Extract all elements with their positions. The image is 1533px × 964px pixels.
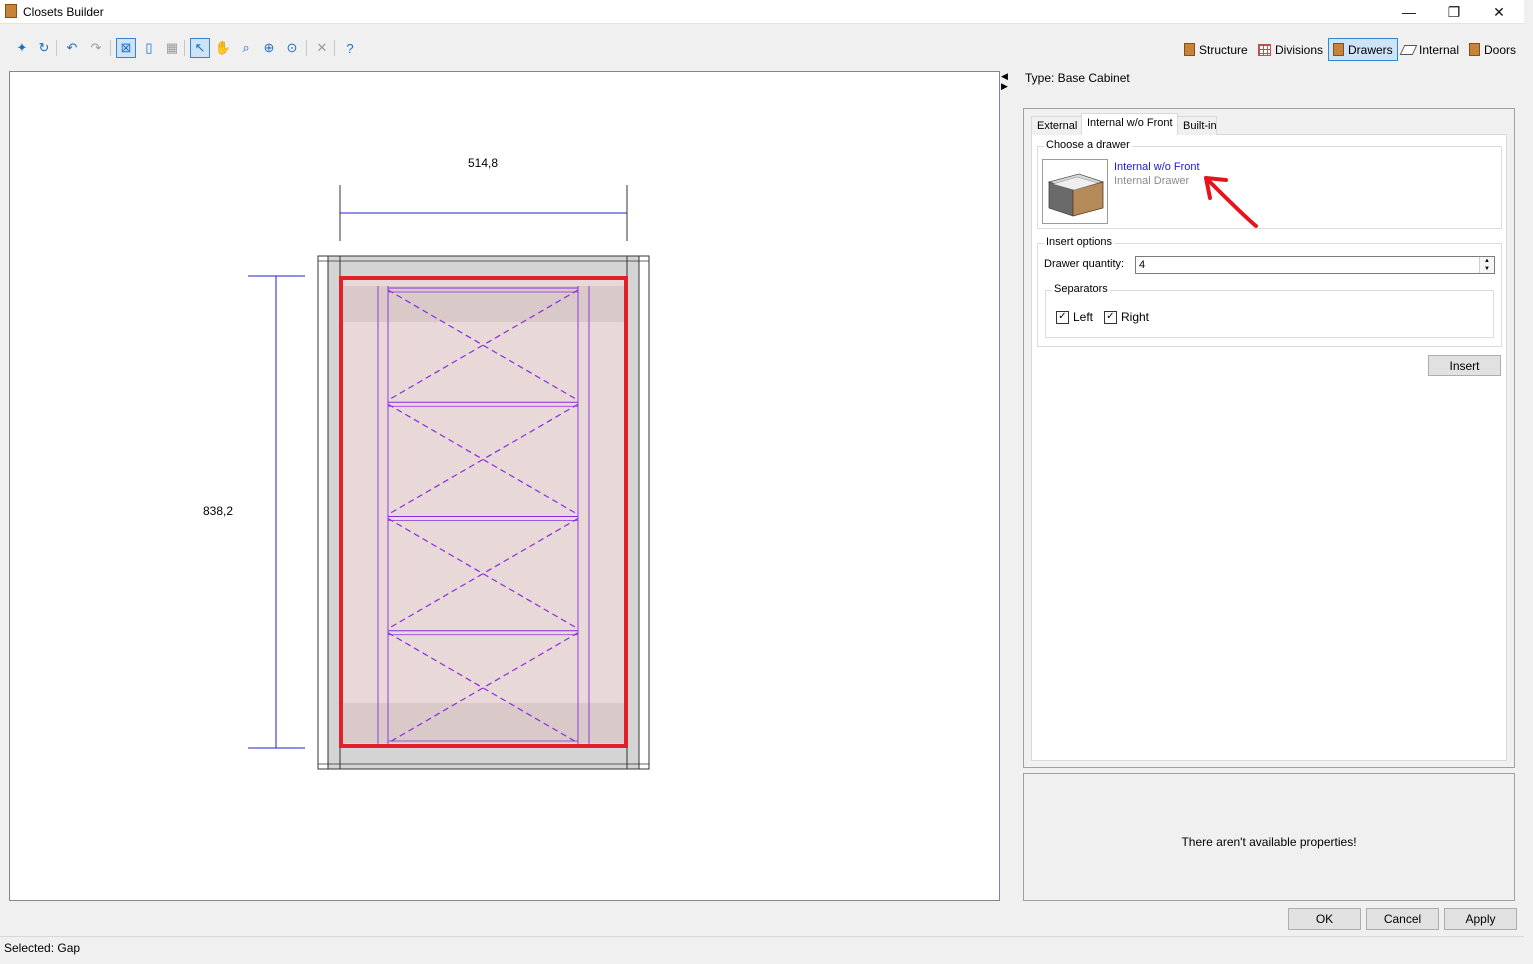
group-title: Insert options	[1044, 236, 1115, 248]
structure-icon	[1184, 43, 1195, 56]
separator-right-label: Right	[1121, 310, 1150, 324]
drawer-thumbnail[interactable]	[1042, 159, 1108, 224]
zoom-extents-icon: ⊙	[286, 40, 298, 55]
app-icon	[5, 4, 17, 18]
status-text: Selected: Gap	[4, 941, 81, 955]
collapse-panel-arrows[interactable]: ◀ ▶	[1001, 71, 1011, 91]
zoom-window-icon: ⌕	[242, 40, 250, 55]
mode-label: Drawers	[1348, 42, 1393, 57]
drawer-thumbnail-icon	[1047, 173, 1105, 217]
select-gap-icon: ⊠	[120, 40, 132, 55]
pointer-button[interactable]: ↖	[190, 38, 210, 58]
undo-icon: ↶	[66, 40, 78, 55]
group-title: Choose a drawer	[1044, 139, 1132, 151]
redo-icon: ↷	[90, 40, 102, 55]
drawer-name-link[interactable]: Internal w/o Front	[1114, 161, 1200, 173]
separator-right-checkbox[interactable]: ✓ Right	[1104, 310, 1149, 324]
tab-external[interactable]: External	[1031, 116, 1082, 135]
mode-drawers-button[interactable]: Drawers	[1328, 38, 1398, 61]
group-title: Separators	[1052, 283, 1110, 295]
minimize-button[interactable]: —	[1386, 0, 1432, 24]
grid-icon: ▦	[165, 40, 179, 55]
close-button[interactable]: ✕	[1476, 0, 1522, 24]
zoom-window-button[interactable]: ⌕	[236, 38, 256, 58]
mode-label: Doors	[1484, 42, 1517, 57]
quantity-input[interactable]	[1135, 256, 1495, 274]
drawers-icon	[1333, 43, 1344, 56]
quantity-spinner[interactable]: ▲ ▼	[1479, 257, 1494, 273]
check-icon: ✓	[1104, 310, 1117, 324]
mode-label: Internal	[1419, 42, 1460, 57]
red-arrow-annotation	[1204, 176, 1258, 228]
help-icon: ?	[346, 40, 354, 56]
pan-button[interactable]: ✋	[213, 38, 233, 58]
apply-button[interactable]: Apply	[1444, 908, 1517, 930]
tab-built-in[interactable]: Built-in	[1177, 116, 1217, 135]
check-icon: ✓	[1056, 310, 1069, 324]
divisions-icon	[1258, 43, 1271, 56]
grid-button[interactable]: ▦	[162, 38, 182, 58]
mode-structure-button[interactable]: Structure	[1180, 38, 1252, 61]
new-icon: ✦	[16, 40, 28, 55]
zoom-in-button[interactable]: ⊕	[259, 38, 279, 58]
separator-left-label: Left	[1073, 310, 1094, 324]
ok-button[interactable]: OK	[1288, 908, 1361, 930]
mode-divisions-button[interactable]: Divisions	[1254, 38, 1327, 61]
page-icon: ▯	[145, 40, 153, 55]
cancel-button[interactable]: Cancel	[1366, 908, 1439, 930]
page-button[interactable]: ▯	[139, 38, 159, 58]
select-gap-button[interactable]: ⊠	[116, 38, 136, 58]
restore-button[interactable]: ❐	[1431, 0, 1477, 24]
zoom-extents-button[interactable]: ⊙	[282, 38, 302, 58]
doors-icon	[1469, 43, 1480, 56]
mode-internal-button[interactable]: Internal	[1398, 38, 1463, 61]
quantity-label: Drawer quantity:	[1044, 258, 1125, 270]
status-bar	[0, 936, 1524, 958]
new-button[interactable]: ✦	[12, 38, 32, 58]
mode-label: Structure	[1199, 42, 1248, 57]
refresh-button[interactable]: ↻	[34, 38, 54, 58]
refresh-icon: ↻	[38, 40, 50, 55]
toolbar-separator	[306, 40, 307, 56]
insert-button[interactable]: Insert	[1428, 355, 1501, 376]
help-button[interactable]: ?	[340, 38, 360, 58]
type-label: Type: Base Cabinet	[1025, 71, 1130, 85]
internal-icon	[1399, 44, 1418, 55]
mode-doors-button[interactable]: Doors	[1465, 38, 1520, 61]
toolbar-separator	[56, 40, 57, 56]
zoom-in-icon: ⊕	[263, 40, 275, 55]
pointer-icon: ↖	[194, 40, 206, 55]
title-bar	[0, 0, 1524, 24]
undo-button[interactable]: ↶	[62, 38, 82, 58]
toolbar-separator	[334, 40, 335, 56]
drawer-subtitle: Internal Drawer	[1114, 175, 1190, 187]
redo-button[interactable]: ↷	[86, 38, 106, 58]
properties-message: There aren't available properties!	[1181, 835, 1357, 849]
toolbar-separator	[184, 40, 185, 56]
delete-button[interactable]: ✕	[312, 38, 332, 58]
mode-label: Divisions	[1275, 42, 1324, 57]
separator-left-checkbox[interactable]: ✓ Left	[1056, 310, 1093, 324]
delete-icon: ✕	[316, 40, 328, 55]
window-title: Closets Builder	[23, 5, 104, 19]
drawing-canvas[interactable]	[9, 71, 1000, 901]
pan-icon: ✋	[214, 40, 232, 55]
toolbar-separator	[110, 40, 111, 56]
tab-internal-w-o-front[interactable]: Internal w/o Front	[1081, 113, 1178, 135]
